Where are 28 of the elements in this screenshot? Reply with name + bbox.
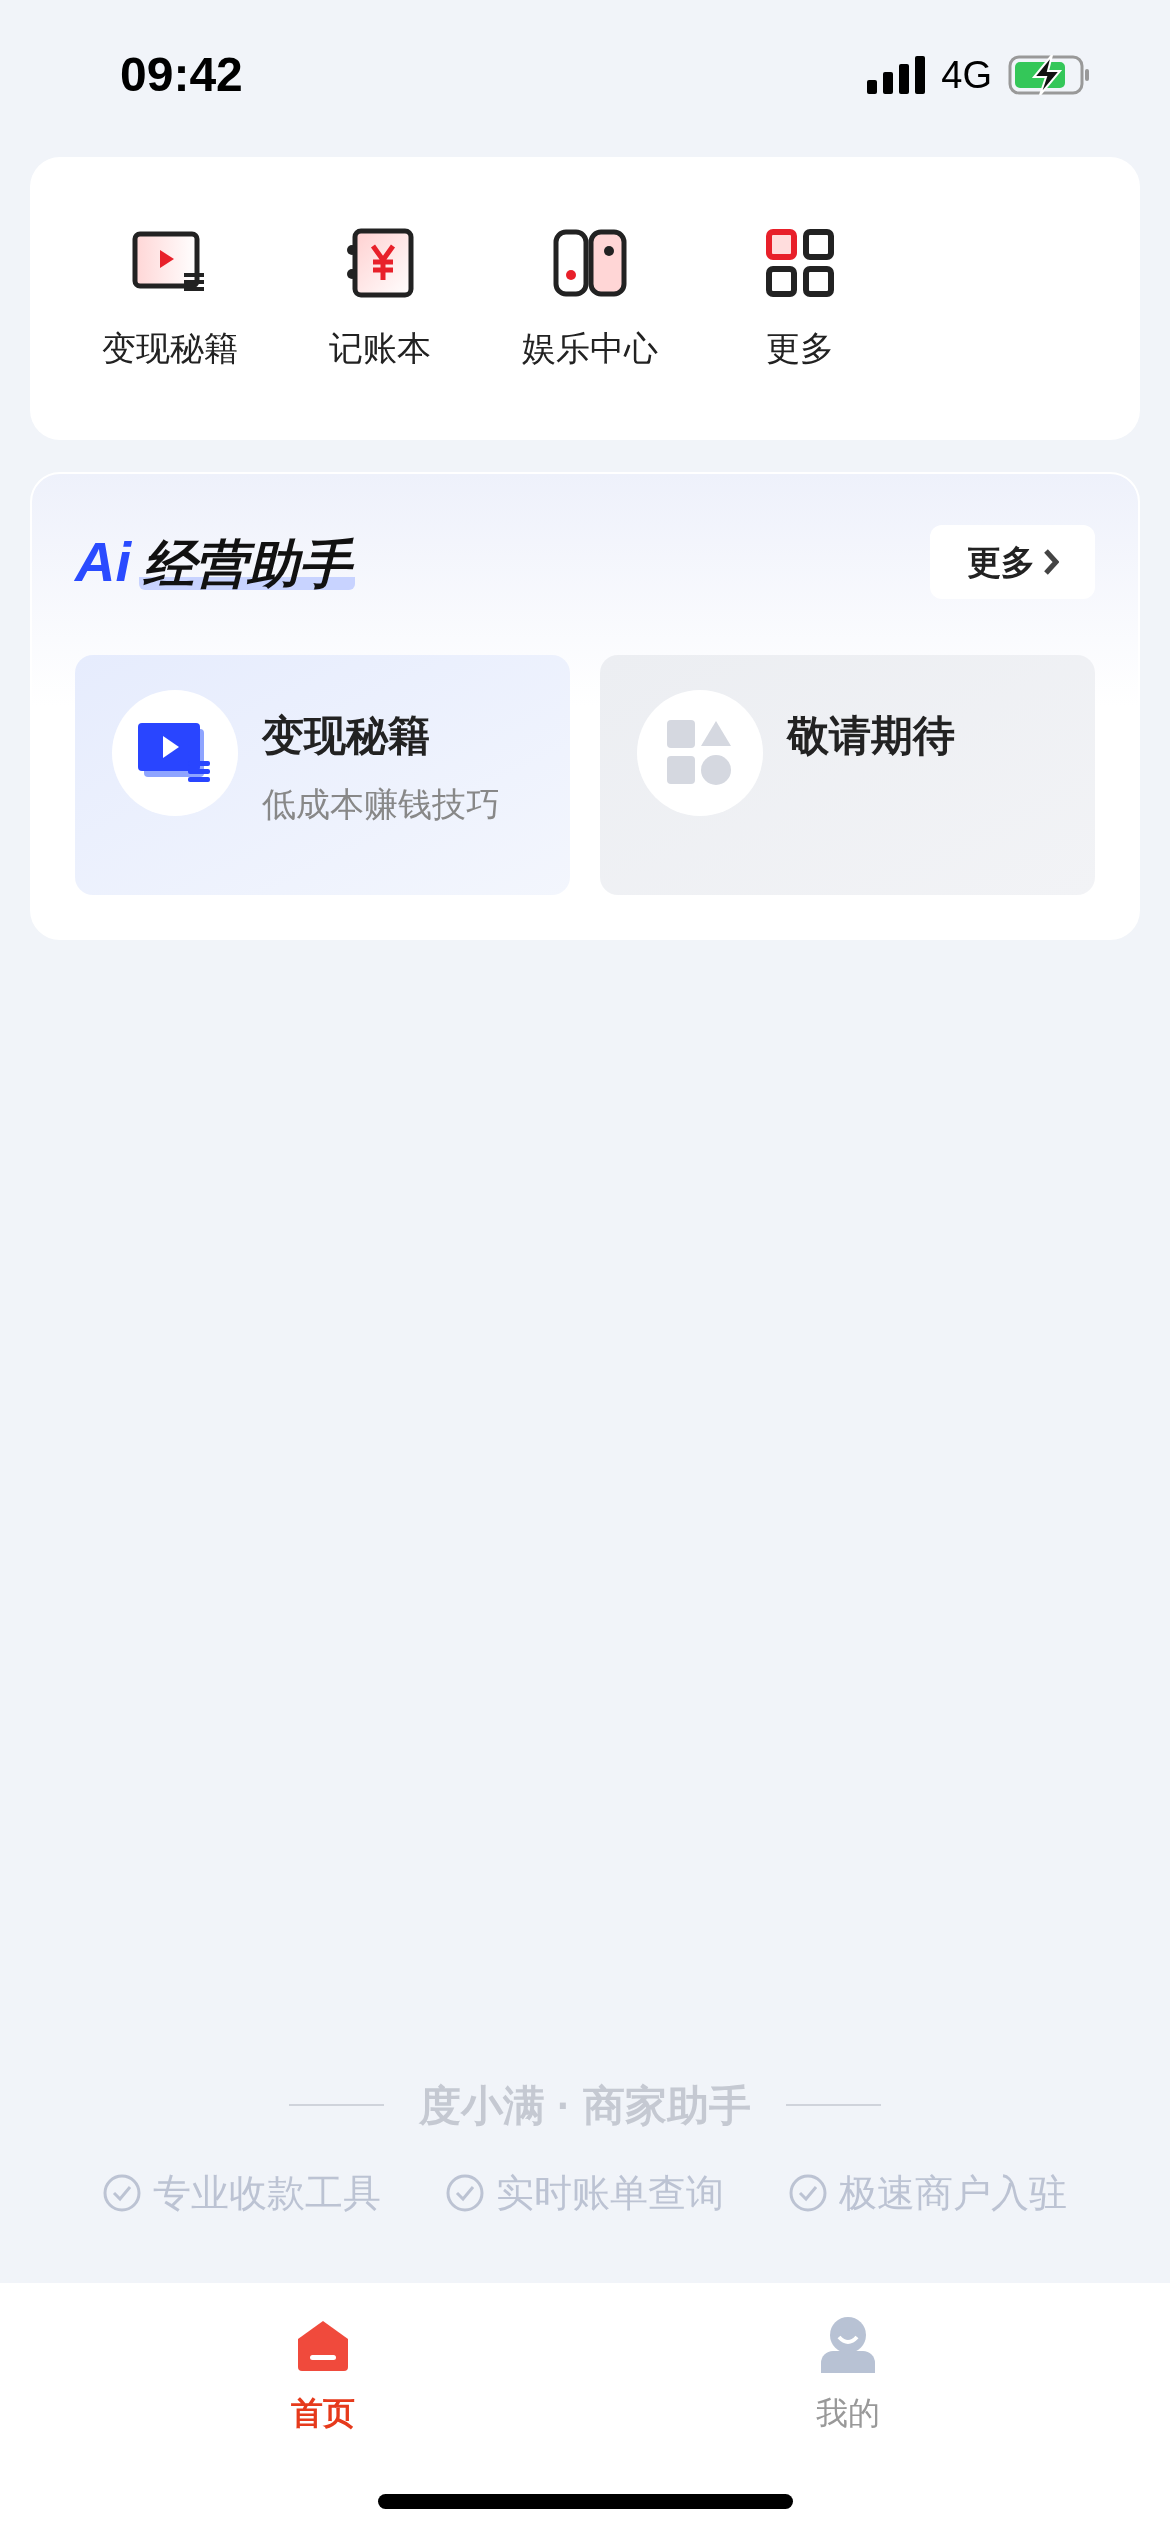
status-time: 09:42 xyxy=(120,47,243,103)
shortcut-button[interactable]: 变现秘籍 xyxy=(75,223,265,374)
signal-icon xyxy=(867,56,926,94)
ledger-icon xyxy=(345,228,415,298)
shortcut-button[interactable]: 娱乐中心 xyxy=(495,223,685,374)
check-circle-icon xyxy=(103,2174,141,2212)
shapes-icon xyxy=(667,720,733,786)
feature-title: 敬请期待 xyxy=(787,711,955,761)
person-icon xyxy=(818,2315,877,2373)
ai-logo-mark: Ai xyxy=(75,534,131,590)
more-button[interactable]: 更多 xyxy=(930,525,1095,599)
network-type: 4G xyxy=(941,52,992,98)
shortcut-button[interactable]: 记账本 xyxy=(285,223,475,374)
feature-subtitle: 低成本赚钱技巧 xyxy=(262,783,500,825)
tab[interactable]: 首页 xyxy=(222,2313,423,2437)
grid-icon xyxy=(766,229,834,297)
chevron-right-icon xyxy=(1042,548,1059,576)
check-circle-icon xyxy=(446,2174,484,2212)
feature-card[interactable]: 敬请期待 xyxy=(600,655,1095,895)
check-circle-icon xyxy=(789,2174,827,2212)
battery-charging-icon xyxy=(1008,55,1090,95)
feature-title: 变现秘籍 xyxy=(262,711,431,761)
video-icon xyxy=(138,723,212,783)
assistant-title: 经营助手 xyxy=(139,538,355,590)
game-controller-icon xyxy=(553,229,627,297)
feature-card[interactable]: 变现秘籍 低成本赚钱技巧 xyxy=(75,655,570,895)
shortcut-button[interactable]: 更多 xyxy=(705,223,895,374)
home-icon xyxy=(295,2319,350,2373)
